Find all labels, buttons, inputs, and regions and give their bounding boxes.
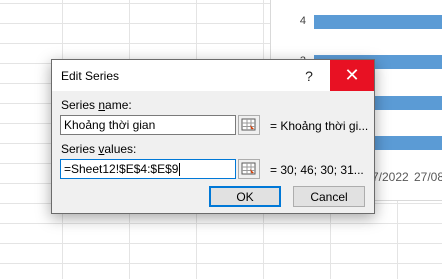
text-caret	[179, 163, 181, 177]
help-button[interactable]: ?	[288, 60, 330, 91]
series-name-label: Series name:	[61, 98, 132, 112]
series-values-input[interactable]: =Sheet12!$E$4:$E$9	[60, 159, 236, 179]
series-name-range-button[interactable]	[238, 115, 260, 135]
cancel-button[interactable]: Cancel	[293, 186, 365, 207]
help-icon: ?	[305, 67, 313, 84]
series-name-input[interactable]: Khoảng thời gian	[60, 115, 236, 135]
cancel-button-label: Cancel	[310, 189, 348, 204]
ok-button-label: OK	[236, 189, 254, 204]
edit-series-dialog: Edit Series ? ✕ Series name: Khoảng thời…	[51, 59, 375, 214]
series-values-preview: = 30; 46; 30; 31...	[270, 163, 364, 177]
dialog-title: Edit Series	[61, 69, 120, 83]
y-tick-label: 4	[299, 15, 306, 27]
range-selector-icon	[241, 118, 256, 131]
ok-button[interactable]: OK	[209, 186, 281, 207]
dialog-titlebar[interactable]: Edit Series ? ✕	[52, 60, 374, 91]
series-values-range-button[interactable]	[238, 159, 260, 179]
close-icon: ✕	[344, 65, 360, 85]
series-values-label: Series values:	[61, 142, 137, 156]
series-name-preview: = Khoảng thời gi...	[270, 119, 369, 133]
close-button[interactable]: ✕	[330, 60, 374, 91]
x-axis-label: 27/08	[414, 170, 442, 184]
x-axis-label: 7/2022	[372, 170, 409, 184]
chart-bar	[314, 15, 442, 29]
range-selector-icon	[241, 162, 256, 175]
